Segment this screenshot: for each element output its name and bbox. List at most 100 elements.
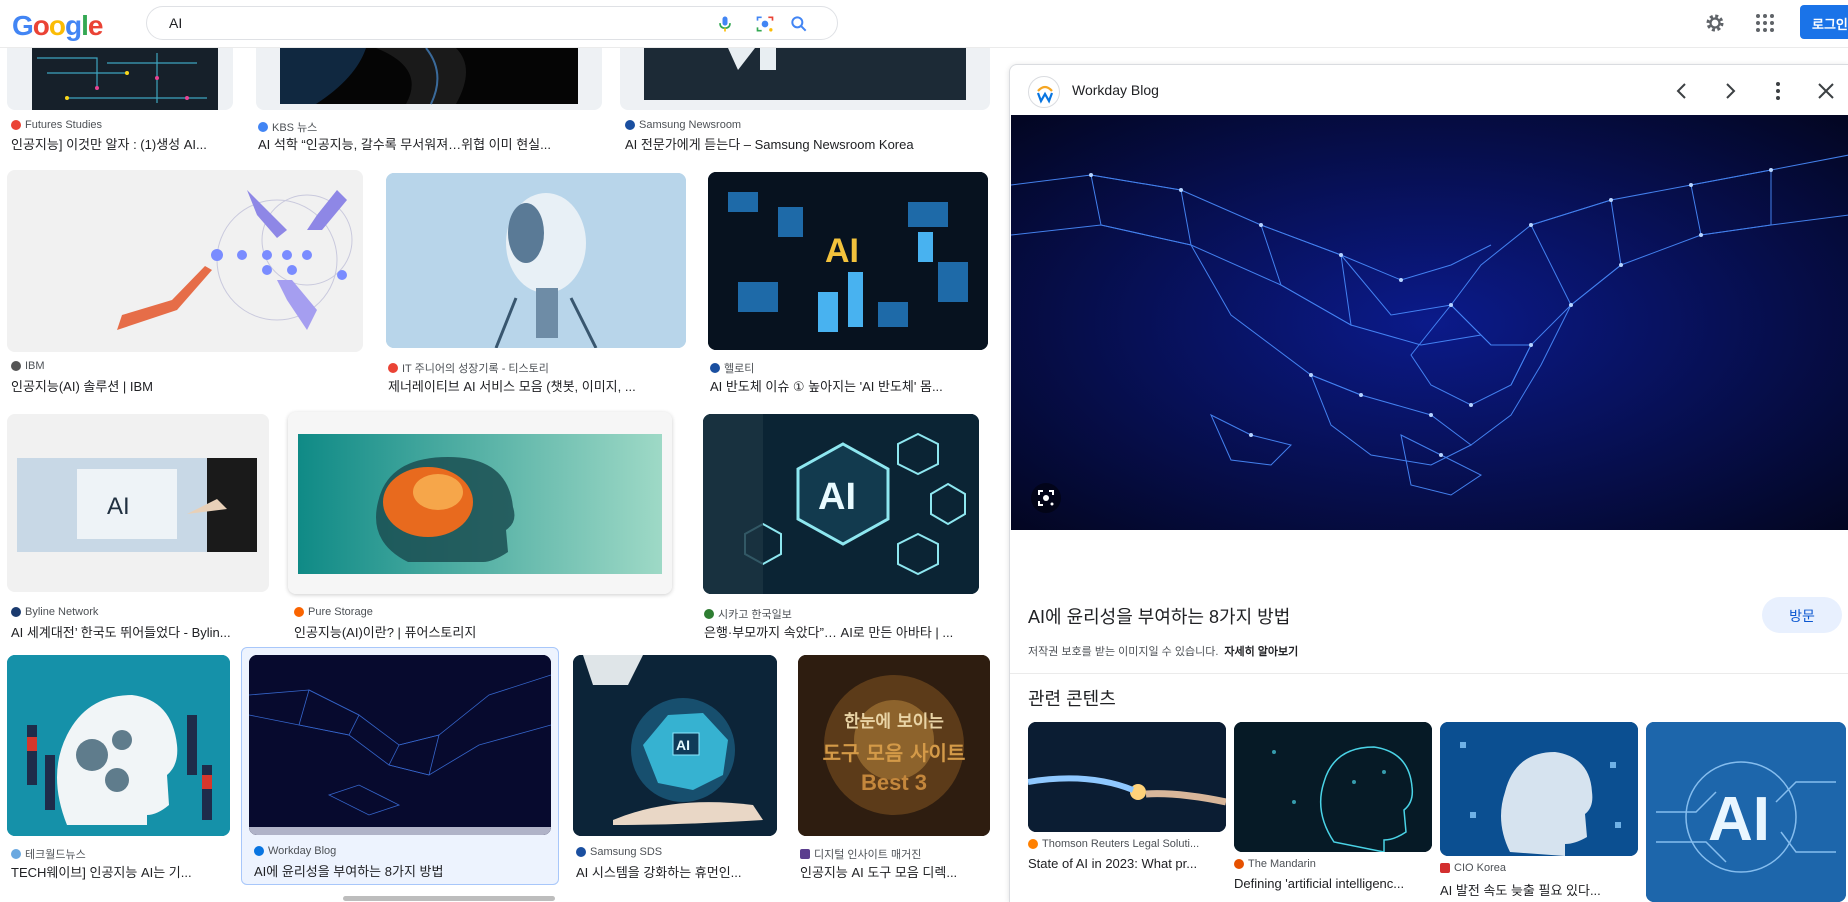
favicon-icon: [1440, 863, 1450, 873]
result-source-name: 시카고 한국일보: [718, 609, 792, 621]
favicon-icon: [258, 122, 268, 132]
result-card[interactable]: Pure Storage 인공지능(AI)이란? | 퓨어스토리지: [288, 412, 680, 640]
face-dark-image: [280, 48, 578, 105]
camera-lens-icon[interactable]: [755, 14, 775, 34]
logo-letter: e: [87, 10, 104, 41]
chevron-right-icon[interactable]: [1718, 79, 1742, 103]
related-thumbnail[interactable]: [1234, 722, 1432, 852]
result-source: Workday Blog: [254, 845, 336, 857]
favicon-icon: [11, 607, 21, 617]
robot-hand-touch-image: [1028, 722, 1226, 832]
result-card[interactable]: AI Samsung SDS AI 시스템을 강화하는 휴먼인...: [570, 655, 784, 885]
related-item[interactable]: The Mandarin Defining 'artificial intell…: [1234, 722, 1434, 902]
result-thumbnail[interactable]: [620, 48, 990, 110]
hands-network-image: [7, 170, 363, 352]
result-source: IT 주니어의 성장기록 - 티스토리: [388, 360, 549, 376]
result-thumbnail[interactable]: [386, 173, 686, 348]
result-source: Samsung SDS: [576, 846, 662, 858]
result-card[interactable]: Futures Studies 인공지능] 이것만 알자 : (1)생성 AI.…: [0, 48, 240, 153]
result-title[interactable]: 인공지능(AI) 솔루션 | IBM: [11, 376, 361, 395]
result-source-name: Byline Network: [25, 606, 99, 618]
learn-more-link[interactable]: 자세히 알아보기: [1224, 646, 1298, 658]
related-source-name: Thomson Reuters Legal Soluti...: [1042, 838, 1200, 850]
close-icon[interactable]: [1814, 79, 1838, 103]
lens-search-button[interactable]: [1031, 483, 1061, 513]
result-card[interactable]: IT 주니어의 성장기록 - 티스토리 제너레이티브 AI 서비스 모음 (챗봇…: [382, 170, 692, 395]
related-content-heading: 관련 콘텐츠: [1028, 689, 1116, 709]
result-thumbnail[interactable]: [256, 48, 602, 110]
result-thumbnail[interactable]: [7, 655, 230, 836]
pixel-head-image: [1440, 722, 1638, 856]
related-title[interactable]: State of AI in 2023: What pr...: [1028, 856, 1224, 871]
visit-button[interactable]: 방문: [1762, 597, 1842, 633]
result-title[interactable]: 인공지능] 이것만 알자 : (1)생성 AI...: [11, 134, 233, 153]
ai-hex-text: AI: [818, 476, 856, 518]
result-card[interactable]: KBS 뉴스 AI 석학 “인공지능, 갈수록 무서워져…위협 이미 현실...: [252, 48, 602, 153]
result-thumbnail[interactable]: [7, 48, 233, 110]
result-card[interactable]: IBM 인공지능(AI) 솔루션 | IBM: [0, 170, 370, 395]
related-thumbnail[interactable]: [1028, 722, 1226, 832]
result-title[interactable]: 제너레이티브 AI 서비스 모음 (챗봇, 이미지, ...: [388, 376, 688, 395]
apps-grid-icon[interactable]: [1753, 11, 1777, 35]
result-thumbnail[interactable]: AI: [703, 414, 979, 594]
search-icon[interactable]: [789, 14, 809, 34]
result-source-name: Futures Studies: [25, 119, 103, 131]
result-title[interactable]: 인공지능 AI 도구 모음 디렉...: [800, 862, 990, 881]
logo-letter: G: [12, 10, 34, 41]
related-source: The Mandarin: [1234, 858, 1316, 870]
result-title[interactable]: AI 반도체 이슈 ① 높아지는 'AI 반도체' 몸...: [710, 376, 990, 395]
result-thumbnail[interactable]: AI: [7, 414, 269, 592]
related-thumbnail[interactable]: [1440, 722, 1638, 856]
microphone-icon[interactable]: [715, 14, 735, 34]
result-title[interactable]: AI 세계대전’ 한국도 뛰어들었다 - Bylin...: [11, 622, 271, 641]
related-title[interactable]: AI 발전 속도 늦출 필요 있다...: [1440, 880, 1636, 899]
related-item[interactable]: CIO Korea AI 발전 속도 늦출 필요 있다...: [1440, 722, 1640, 902]
related-thumbnail[interactable]: AI: [1646, 722, 1846, 902]
result-card[interactable]: AI 헬로티 AI 반도체 이슈 ① 높아지는 'AI 반도체' 몸...: [704, 170, 1000, 395]
result-thumbnail[interactable]: [249, 655, 551, 835]
related-item[interactable]: AI: [1646, 722, 1848, 902]
result-thumbnail[interactable]: 한눈에 보이는 도구 모음 사이트 Best 3: [798, 655, 990, 836]
result-title[interactable]: 은행·부모까지 속았다”… AI로 만든 아바타 | ...: [704, 622, 994, 641]
result-title[interactable]: AI 시스템을 강화하는 휴먼인...: [576, 862, 776, 881]
result-title[interactable]: AI에 윤리성을 부여하는 8가지 방법: [254, 861, 554, 880]
panel-site-name[interactable]: Workday Blog: [1072, 82, 1159, 98]
ai-brain-text: AI: [676, 737, 690, 753]
result-card[interactable]: 테크월드뉴스 TECH웨이브] 인공지능 AI는 기...: [0, 655, 236, 885]
tools-title-line2: 도구 모음 사이트: [823, 741, 966, 765]
panel-title[interactable]: AI에 윤리성을 부여하는 8가지 방법: [1028, 603, 1290, 629]
chevron-left-icon[interactable]: [1670, 79, 1694, 103]
result-card[interactable]: 한눈에 보이는 도구 모음 사이트 Best 3 디지털 인사이트 매거진 인공…: [796, 655, 1000, 885]
result-title[interactable]: AI 석학 “인공지능, 갈수록 무서워져…위협 이미 현실...: [258, 134, 598, 153]
result-title[interactable]: TECH웨이브] 인공지능 AI는 기...: [11, 862, 226, 881]
result-source: Pure Storage: [294, 606, 373, 618]
favicon-icon: [388, 363, 398, 373]
result-thumbnail[interactable]: [288, 412, 672, 594]
result-card[interactable]: AI Byline Network AI 세계대전’ 한국도 뛰어들었다 - B…: [0, 412, 276, 640]
result-source-name: 디지털 인사이트 매거진: [814, 849, 922, 861]
result-thumbnail[interactable]: [7, 170, 363, 352]
result-thumbnail[interactable]: AI: [708, 172, 988, 350]
logo-letter: l: [81, 10, 89, 41]
robot-head-image: [386, 173, 686, 348]
related-item[interactable]: Thomson Reuters Legal Soluti... State of…: [1028, 722, 1228, 902]
gear-icon[interactable]: [1703, 11, 1727, 35]
login-button[interactable]: 로그인: [1800, 5, 1848, 39]
preview-image[interactable]: [1011, 115, 1848, 530]
google-logo[interactable]: Google: [12, 10, 104, 42]
results-scrollbar[interactable]: [343, 896, 555, 901]
result-thumbnail[interactable]: AI: [573, 655, 777, 836]
related-source: CIO Korea: [1440, 862, 1506, 874]
result-title[interactable]: AI 전문가에게 듣는다 – Samsung Newsroom Korea: [625, 134, 995, 153]
search-input[interactable]: [169, 13, 689, 33]
panel-divider: [1010, 673, 1848, 674]
result-card[interactable]: AI 시카고 한국일보 은행·부모까지 속았다”… AI로 만든 아바타 | .…: [698, 412, 1000, 640]
result-title[interactable]: 인공지능(AI)이란? | 퓨어스토리지: [294, 622, 674, 641]
related-title[interactable]: Defining 'artificial intelligenc...: [1234, 876, 1430, 891]
search-box[interactable]: [146, 6, 838, 40]
more-vert-icon[interactable]: [1766, 79, 1790, 103]
tools-title-line3: Best 3: [861, 770, 927, 795]
result-source: 헬로티: [710, 360, 754, 376]
result-card-selected[interactable]: Workday Blog AI에 윤리성을 부여하는 8가지 방법: [241, 647, 559, 885]
result-card[interactable]: Samsung Newsroom AI 전문가에게 듣는다 – Samsung …: [620, 48, 1000, 153]
